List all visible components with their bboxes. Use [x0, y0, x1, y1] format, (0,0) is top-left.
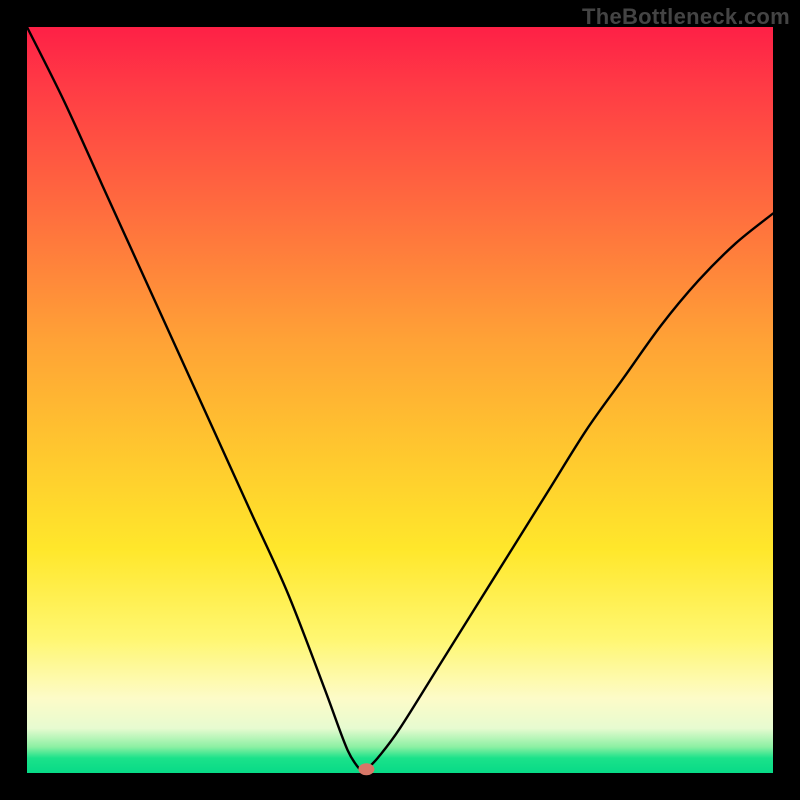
- minimum-marker: [358, 763, 374, 775]
- plot-area: [27, 27, 773, 773]
- curve-svg: [27, 27, 773, 773]
- bottleneck-curve: [27, 27, 773, 773]
- chart-frame: TheBottleneck.com: [0, 0, 800, 800]
